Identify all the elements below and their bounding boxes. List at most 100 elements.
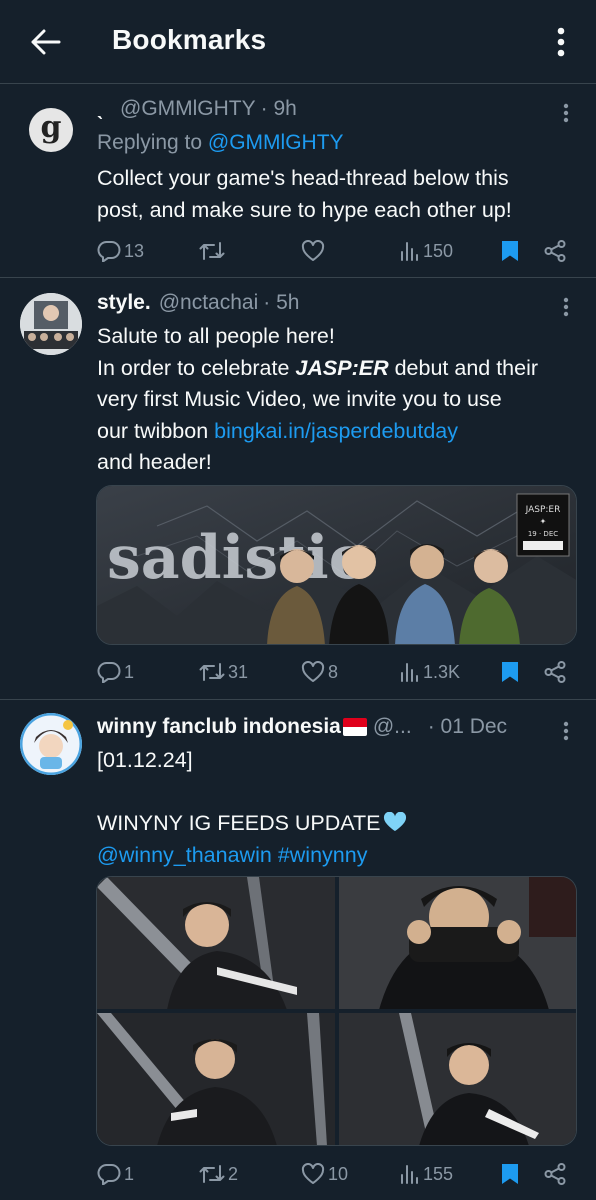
timestamp[interactable]: · 01 Dec	[428, 715, 507, 739]
banner-tag-line: 19 · DEC	[528, 530, 558, 538]
reply-icon	[97, 240, 121, 262]
like-button[interactable]: 10	[301, 1159, 348, 1189]
bookmark-button[interactable]	[501, 1159, 519, 1189]
reply-icon	[97, 661, 121, 683]
replying-to-link[interactable]: @GMMlGHTY	[208, 131, 344, 154]
more-vertical-icon	[563, 721, 569, 741]
photo-2[interactable]	[338, 877, 576, 1009]
mention-link[interactable]: @winny_thanawin	[97, 843, 272, 867]
views-button[interactable]: 150	[400, 236, 453, 266]
tweet-text-line: Salute to all people here!	[97, 324, 335, 348]
reply-button[interactable]: 13	[97, 236, 144, 266]
reply-button[interactable]: 1	[97, 657, 134, 687]
tweet-text-line: @winny_thanawin #winynny	[97, 840, 577, 872]
text-segment: In order to celebrate	[97, 355, 296, 380]
reply-count: 1	[124, 1163, 135, 1184]
tweet-text-line: In order to celebrate JASP:ER debut and …	[97, 353, 587, 385]
page-title: Bookmarks	[112, 24, 267, 55]
avatar[interactable]	[20, 713, 82, 775]
tweet-text: Collect your game's head-thread below th…	[97, 163, 577, 226]
handle[interactable]: @nctachai	[159, 291, 259, 315]
heart-icon	[301, 240, 325, 261]
tweet-more-button[interactable]	[556, 101, 576, 125]
banner-tag-line: ✦	[540, 517, 547, 526]
id-flag-icon	[342, 718, 367, 736]
views-icon	[401, 663, 418, 682]
tweet-actions: 1 31 8 1.3K	[97, 657, 577, 687]
replying-to: Replying to @GMMlGHTY	[97, 127, 577, 159]
tweet[interactable]: g ˎ @GMMlGHTY · 9h Replying to @GMMlGHTY…	[0, 85, 596, 278]
avatar[interactable]	[20, 293, 82, 355]
hashtag-link[interactable]: #winynny	[278, 843, 368, 867]
timestamp[interactable]: · 5h	[263, 291, 299, 315]
tweet-text-line: [01.12.24]	[97, 748, 193, 772]
text-segment: debut and their	[388, 355, 539, 380]
tweet-more-button[interactable]	[556, 719, 576, 743]
bookmark-filled-icon	[502, 662, 518, 682]
share-icon	[544, 1163, 566, 1185]
photo-image	[338, 877, 576, 1009]
photo-4[interactable]	[338, 1013, 576, 1145]
tweet-more-button[interactable]	[556, 295, 576, 319]
tweet-text-line: post, and make sure to hype each other u…	[97, 197, 512, 222]
bookmark-button[interactable]	[501, 657, 519, 687]
like-count: 8	[328, 661, 339, 682]
retweet-button[interactable]: 2	[199, 1159, 238, 1189]
bookmark-button[interactable]	[501, 236, 519, 266]
replying-prefix: Replying to	[97, 131, 203, 154]
top-bar: Bookmarks	[0, 0, 596, 84]
tweet-text: Salute to all people here! In order to c…	[97, 321, 587, 479]
banner-tag-line: JASP:ER	[525, 505, 561, 515]
tweet-text-line: WINYNY IG FEEDS UPDATE	[97, 808, 577, 840]
handle[interactable]: @...	[373, 715, 412, 739]
photo-image	[97, 877, 335, 1009]
retweet-count: 2	[228, 1163, 239, 1184]
like-button[interactable]	[301, 236, 328, 266]
reply-count: 1	[124, 661, 135, 682]
tweet-header: ˎ @GMMlGHTY · 9h	[97, 97, 297, 121]
tweet-header: style. @nctachai · 5h	[97, 291, 299, 315]
views-icon	[401, 1165, 418, 1184]
avatar-letter: g	[40, 110, 62, 145]
back-button[interactable]	[26, 22, 66, 62]
share-button[interactable]	[543, 236, 567, 266]
avatar-image	[20, 713, 82, 775]
tweet[interactable]: winny fanclub indonesia @... · 01 Dec [0…	[0, 701, 596, 1200]
bookmark-filled-icon	[502, 1164, 518, 1184]
photo-3[interactable]	[97, 1013, 335, 1145]
more-vertical-icon	[557, 27, 565, 57]
text-bold: JASP:ER	[295, 355, 389, 380]
display-name[interactable]: winny fanclub indonesia	[97, 715, 341, 739]
retweet-button[interactable]: 31	[199, 657, 248, 687]
tweet-text: [01.12.24] WINYNY IG FEEDS UPDATE @winny…	[97, 745, 577, 871]
views-button[interactable]: 1.3K	[400, 657, 460, 687]
retweet-button[interactable]	[199, 236, 228, 266]
blue-heart-emoji	[383, 810, 407, 831]
share-button[interactable]	[543, 1159, 567, 1189]
more-options-button[interactable]	[546, 22, 576, 62]
like-button[interactable]: 8	[301, 657, 338, 687]
tweet-actions: 1 2 10 155	[97, 1159, 577, 1189]
avatar[interactable]: g	[29, 108, 73, 152]
tweet[interactable]: style. @nctachai · 5h Salute to all peop…	[0, 279, 596, 700]
photo-image	[97, 1013, 335, 1145]
photo-image	[338, 1013, 576, 1145]
more-vertical-icon	[563, 103, 569, 123]
handle[interactable]: @GMMlGHTY	[120, 97, 256, 121]
avatar-image	[20, 293, 82, 355]
tweet-text-line: Collect your game's head-thread below th…	[97, 166, 509, 190]
display-name[interactable]: ˎ	[97, 97, 104, 121]
reply-button[interactable]: 1	[97, 1159, 134, 1189]
timestamp[interactable]: · 9h	[261, 97, 297, 121]
display-name[interactable]: style.	[97, 291, 151, 315]
like-count: 10	[328, 1163, 349, 1184]
tweet-actions: 13 150	[97, 236, 577, 266]
views-button[interactable]: 155	[400, 1159, 453, 1189]
retweet-count: 31	[228, 661, 249, 682]
photo-1[interactable]	[97, 877, 335, 1009]
media-banner[interactable]: sadistic JASP:ER ✦ 19 · DEC	[96, 485, 577, 645]
twibbon-link[interactable]: bingkai.in/jasperdebutday	[214, 419, 458, 443]
reply-count: 13	[124, 240, 145, 261]
share-button[interactable]	[543, 657, 567, 687]
